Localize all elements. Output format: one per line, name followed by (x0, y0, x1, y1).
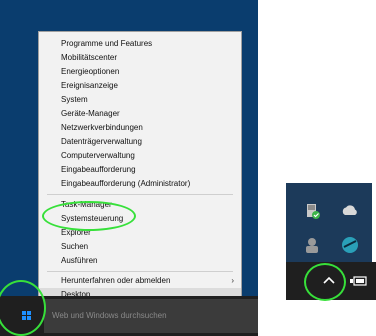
tray-overflow-panel (286, 183, 372, 265)
menu-item-shutdown-label: Herunterfahren oder abmelden (61, 276, 171, 285)
menu-item-mobility-center[interactable]: Mobilitätscenter (39, 51, 241, 65)
menu-item-computer-management[interactable]: Computerverwaltung (39, 149, 241, 163)
menu-separator (47, 194, 233, 195)
start-button[interactable] (12, 303, 42, 329)
removable-device-icon[interactable] (302, 201, 322, 221)
menu-item-programs-features[interactable]: Programme und Features (39, 37, 241, 51)
menu-item-disk-management[interactable]: Datenträgerverwaltung (39, 135, 241, 149)
menu-item-task-manager[interactable]: Task-Manager (39, 198, 241, 212)
menu-item-command-prompt-admin[interactable]: Eingabeaufforderung (Administrator) (39, 177, 241, 191)
search-input[interactable]: Web und Windows durchsuchen (44, 299, 258, 333)
battery-icon[interactable] (350, 275, 368, 287)
menu-separator (47, 271, 233, 272)
menu-item-search[interactable]: Suchen (39, 240, 241, 254)
menu-item-run[interactable]: Ausführen (39, 254, 241, 268)
chevron-up-icon[interactable] (318, 272, 340, 290)
menu-item-device-manager[interactable]: Geräte-Manager (39, 107, 241, 121)
cloud-icon[interactable] (340, 201, 360, 221)
security-icon[interactable] (340, 235, 360, 255)
menu-item-shutdown-signout[interactable]: Herunterfahren oder abmelden › (39, 274, 241, 288)
submenu-arrow-icon: › (231, 276, 234, 285)
menu-item-event-viewer[interactable]: Ereignisanzeige (39, 79, 241, 93)
menu-item-command-prompt[interactable]: Eingabeaufforderung (39, 163, 241, 177)
menu-item-power-options[interactable]: Energieoptionen (39, 65, 241, 79)
taskbar: Web und Windows durchsuchen (0, 296, 258, 336)
menu-item-system[interactable]: System (39, 93, 241, 107)
menu-item-control-panel[interactable]: Systemsteuerung (39, 212, 241, 226)
menu-item-network-connections[interactable]: Netzwerkverbindungen (39, 121, 241, 135)
people-icon[interactable] (302, 235, 322, 255)
windows-logo-icon (22, 311, 32, 321)
winx-context-menu: Programme und Features Mobilitätscenter … (38, 31, 242, 302)
menu-item-explorer[interactable]: Explorer (39, 226, 241, 240)
